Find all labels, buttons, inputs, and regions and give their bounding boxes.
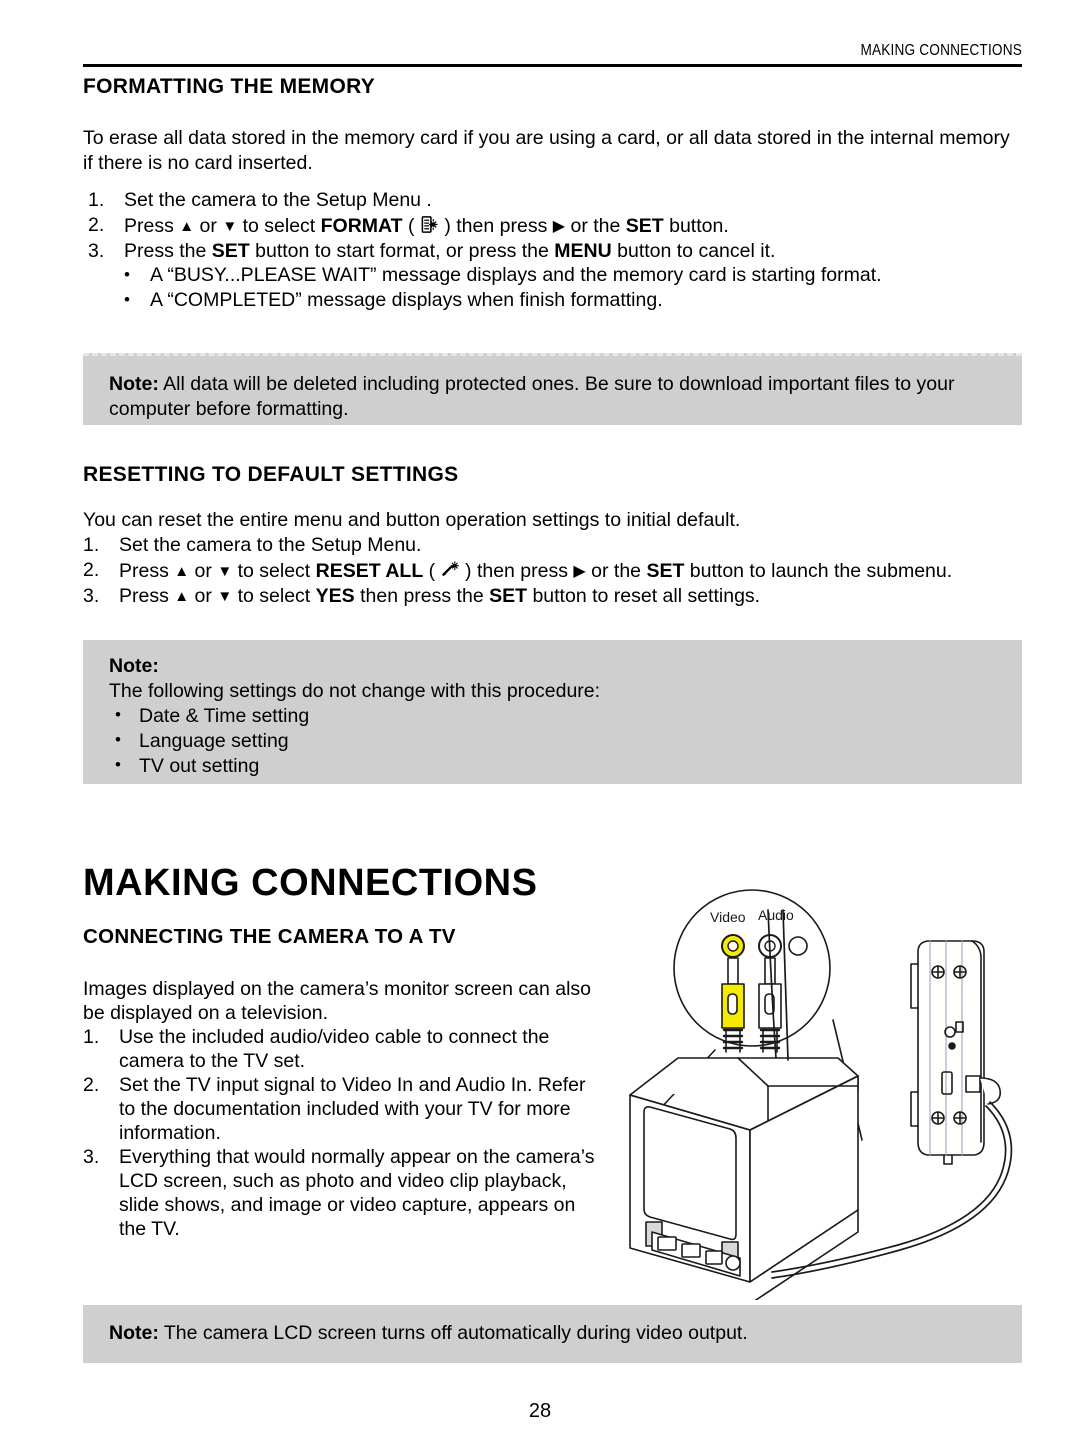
bullet-item: • Language setting: [109, 729, 996, 754]
bullet-item: • A “BUSY...PLEASE WAIT” message displays…: [118, 263, 1028, 288]
step-emphasis: SET: [625, 215, 664, 237]
header-rule: [83, 64, 1022, 67]
step-text: Use the included audio/video cable to co…: [119, 1026, 550, 1072]
step-number: 1.: [83, 1026, 100, 1048]
step-number: 2.: [83, 559, 100, 581]
section-heading-connecting-tv: CONNECTING THE CAMERA TO A TV: [83, 925, 456, 948]
bullet-text: TV out setting: [139, 755, 260, 777]
bullet-item: • TV out setting: [109, 754, 996, 779]
triangle-right-icon: ▶: [552, 218, 566, 235]
step-emphasis: SET: [489, 585, 528, 607]
note-tv-label: Note:: [109, 1322, 159, 1344]
step-number: 3.: [83, 585, 100, 607]
step-number: 1.: [83, 534, 100, 556]
note-body: All data will be deleted including prote…: [109, 373, 955, 420]
step-emphasis: RESET ALL: [315, 560, 424, 582]
bullet-text: A “COMPLETED” message displays when fini…: [150, 289, 663, 311]
resetting-intro: You can reset the entire menu and button…: [83, 509, 741, 531]
tv-connection-illustration: Video Audio: [600, 880, 1070, 1300]
bullet-item: • Date & Time setting: [109, 704, 996, 729]
third-jack: [788, 936, 808, 956]
bullet-dot-icon: •: [124, 265, 130, 284]
bullet-text: Language setting: [139, 730, 289, 752]
connecting-tv-steps: 1. Use the included audio/video cable to …: [83, 1025, 603, 1241]
bullet-dot-icon: •: [115, 730, 121, 749]
camera-body: [910, 940, 1002, 1165]
bullet-dot-icon: •: [124, 290, 130, 309]
triangle-down-icon: ▼: [217, 588, 233, 605]
section-heading-formatting: FORMATTING THE MEMORY: [83, 75, 376, 98]
running-head: MAKING CONNECTIONS: [860, 42, 1022, 59]
note-box-resetting: Note: The following settings do not chan…: [83, 640, 1022, 784]
note-tv-text: Note: The camera LCD screen turns off au…: [109, 1321, 996, 1346]
video-jack-hole: [727, 940, 739, 952]
manual-page: MAKING CONNECTIONS FORMATTING THE MEMORY…: [0, 0, 1080, 1454]
step-item: 2. Press ▲ or ▼ to select FORMAT ( ) then…: [88, 213, 729, 238]
triangle-up-icon: ▲: [174, 588, 190, 605]
step-number: 1.: [88, 189, 105, 211]
step-emphasis: SET: [646, 560, 685, 582]
note-resetting-list: • Date & Time setting • Language setting • TV…: [109, 704, 996, 779]
formatting-steps: 1. Set the camera to the Setup Menu . 2. Pr…: [88, 188, 1028, 264]
step-emphasis: SET: [211, 240, 250, 262]
magnifier-circle: [673, 889, 831, 1047]
triangle-down-icon: ▼: [222, 218, 238, 235]
step-emphasis: MENU: [554, 240, 612, 262]
step-item: 3. Everything that would normally appear …: [83, 1145, 603, 1241]
step-emphasis: YES: [315, 585, 355, 607]
note-formatting-text: Note: All data will be deleted including…: [109, 372, 996, 422]
note-tv-body: The camera LCD screen turns off automati…: [158, 1322, 748, 1344]
note-box-tv: Note: The camera LCD screen turns off au…: [83, 1305, 1022, 1363]
step-item: 1. Set the camera to the Setup Menu.: [83, 534, 422, 556]
step-item: 1. Use the included audio/video cable to …: [83, 1025, 603, 1073]
note-resetting-label: Note:: [109, 655, 159, 677]
triangle-up-icon: ▲: [179, 218, 195, 235]
step-item: 2. Set the TV input signal to Video In an…: [83, 1073, 603, 1145]
step-number: 3.: [88, 240, 105, 262]
formatting-bullets: • A “BUSY...PLEASE WAIT” message displays…: [118, 263, 1028, 313]
triangle-right-icon: ▶: [573, 563, 586, 580]
resetting-steps: 1. Set the camera to the Setup Menu. 2. Pre…: [83, 533, 1028, 609]
step-item: 1. Set the camera to the Setup Menu .: [88, 189, 432, 211]
page-number: 28: [528, 1400, 552, 1422]
section-heading-resetting: RESETTING TO DEFAULT SETTINGS: [83, 463, 459, 486]
step-number: 2.: [83, 1074, 100, 1096]
note-resetting-line: The following settings do not change wit…: [109, 680, 601, 702]
step-number: 3.: [83, 1146, 100, 1168]
step-text: Everything that would normally appear on…: [119, 1146, 595, 1240]
note-box-formatting: Note: All data will be deleted including…: [83, 353, 1022, 425]
label-audio: Audio: [758, 907, 794, 923]
bullet-text: A “BUSY...PLEASE WAIT” message displays …: [150, 264, 882, 286]
step-emphasis: FORMAT: [320, 215, 403, 237]
bullet-text: Date & Time setting: [139, 705, 310, 727]
triangle-up-icon: ▲: [174, 563, 190, 580]
triangle-down-icon: ▼: [217, 563, 233, 580]
reset-icon: [441, 558, 460, 583]
note-label: Note:: [109, 373, 159, 395]
step-item: 3. Press ▲ or ▼ to select YES then press …: [83, 585, 761, 607]
bullet-item: • A “COMPLETED” message displays when fin…: [118, 288, 1028, 313]
step-number: 2.: [88, 214, 105, 236]
step-item: 3. Press the SET button to start format, …: [88, 240, 776, 262]
step-item: 2. Press ▲ or ▼ to select RESET ALL ( ) t…: [83, 558, 953, 583]
format-icon: [420, 213, 439, 238]
step-text: Set the TV input signal to Video In and …: [119, 1074, 586, 1144]
bullet-dot-icon: •: [115, 755, 121, 774]
formatting-intro: To erase all data stored in the memory c…: [83, 127, 1010, 174]
connecting-tv-intro: Images displayed on the camera’s monitor…: [83, 978, 591, 1024]
bullet-dot-icon: •: [115, 705, 121, 724]
chapter-title: MAKING CONNECTIONS: [83, 862, 538, 904]
label-video: Video: [710, 909, 746, 925]
